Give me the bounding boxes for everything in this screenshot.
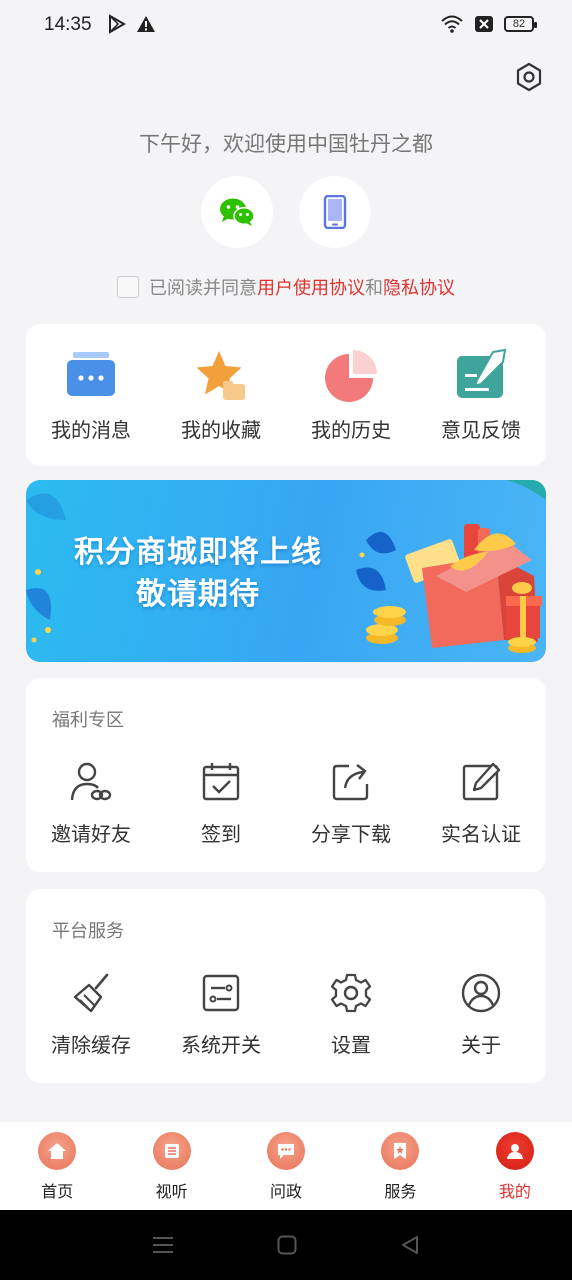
warning-icon bbox=[137, 16, 155, 32]
tab-video-label: 视听 bbox=[155, 1182, 188, 1201]
tab-mine[interactable]: 我的 bbox=[458, 1122, 572, 1210]
menu-icon[interactable] bbox=[152, 1235, 174, 1255]
tab-inquiry-label: 问政 bbox=[270, 1182, 303, 1201]
clear-cache-button[interactable]: 清除缓存 bbox=[26, 971, 156, 1058]
system-switch-label: 系统开关 bbox=[181, 1033, 261, 1057]
star-folder-icon bbox=[196, 351, 245, 400]
tab-home[interactable]: 首页 bbox=[0, 1122, 114, 1210]
check-in-label: 签到 bbox=[201, 822, 241, 846]
gear-icon bbox=[330, 973, 372, 1013]
clear-cache-label: 清除缓存 bbox=[51, 1033, 131, 1057]
my-messages-label: 我的消息 bbox=[51, 418, 131, 442]
edit-icon bbox=[462, 762, 501, 801]
feedback-label: 意见反馈 bbox=[441, 418, 521, 442]
calendar-check-icon bbox=[202, 763, 240, 801]
agreement-row: 已阅读并同意 用户使用协议和隐私协议 bbox=[0, 274, 572, 300]
invite-friends-label: 邀请好友 bbox=[51, 822, 131, 846]
real-name-auth-button[interactable]: 实名认证 bbox=[416, 760, 546, 847]
wechat-login-button[interactable] bbox=[201, 176, 273, 248]
my-favorites-label: 我的收藏 bbox=[181, 418, 261, 442]
battery-level: 82 bbox=[512, 18, 526, 30]
feedback-icon bbox=[457, 348, 507, 398]
user-circle-icon bbox=[461, 973, 501, 1013]
banner-line1: 积分商城即将上线 bbox=[74, 535, 322, 570]
invite-friends-button[interactable]: 邀请好友 bbox=[26, 760, 156, 847]
system-switch-button[interactable]: 系统开关 bbox=[156, 971, 286, 1058]
privacy-agreement-link[interactable]: 隐私协议 bbox=[383, 274, 455, 300]
my-history-button[interactable]: 我的历史 bbox=[286, 348, 416, 443]
check-in-button[interactable]: 签到 bbox=[156, 760, 286, 847]
welfare-title: 福利专区 bbox=[52, 710, 124, 731]
status-time: 14:35 bbox=[44, 14, 92, 35]
settings-icon-button[interactable] bbox=[514, 62, 544, 92]
phone-icon bbox=[323, 195, 347, 229]
banner-line2: 敬请期待 bbox=[136, 577, 260, 612]
banner-text: 积分商城即将上线 敬请期待 bbox=[74, 532, 322, 616]
agreement-prefix: 已阅读并同意 bbox=[149, 278, 257, 299]
user-agreement-link[interactable]: 用户使用协议 bbox=[257, 274, 365, 300]
welfare-section: 福利专区 邀请好友 签到 分享下载 实名认证 bbox=[26, 678, 546, 872]
no-sim-icon bbox=[475, 16, 493, 32]
my-messages-button[interactable]: 我的消息 bbox=[26, 348, 156, 443]
battery-indicator: 82 bbox=[504, 16, 537, 32]
tab-home-label: 首页 bbox=[41, 1182, 74, 1201]
quick-actions-card: 我的消息 我的收藏 我的历史 意见反馈 bbox=[26, 324, 546, 466]
pie-history-icon bbox=[325, 350, 377, 402]
profile-icon bbox=[495, 1132, 534, 1170]
settings-label: 设置 bbox=[331, 1033, 371, 1057]
tab-mine-label: 我的 bbox=[498, 1182, 531, 1201]
feedback-button[interactable]: 意见反馈 bbox=[416, 348, 546, 443]
about-button[interactable]: 关于 bbox=[416, 971, 546, 1058]
platform-services-section: 平台服务 清除缓存 系统开关 设置 关于 bbox=[26, 889, 546, 1083]
status-bar: 14:35 82 bbox=[0, 0, 572, 52]
system-nav-bar bbox=[0, 1210, 572, 1280]
my-favorites-button[interactable]: 我的收藏 bbox=[156, 348, 286, 443]
points-mall-banner[interactable]: 积分商城即将上线 敬请期待 bbox=[26, 480, 546, 662]
share-icon bbox=[332, 764, 369, 801]
toggle-list-icon bbox=[202, 974, 240, 1012]
service-icon bbox=[381, 1132, 420, 1170]
gift-box-illustration bbox=[356, 480, 546, 653]
tab-service-label: 服务 bbox=[384, 1182, 417, 1201]
video-icon bbox=[152, 1132, 191, 1170]
greeting-text: 下午好，欢迎使用中国牡丹之都 bbox=[139, 132, 433, 156]
tab-inquiry[interactable]: 问政 bbox=[229, 1122, 343, 1210]
share-download-button[interactable]: 分享下载 bbox=[286, 760, 416, 847]
gear-hex-icon bbox=[516, 62, 542, 92]
home-icon bbox=[38, 1132, 77, 1170]
wechat-icon bbox=[220, 198, 255, 226]
message-icon bbox=[67, 352, 115, 396]
real-name-auth-label: 实名认证 bbox=[441, 822, 521, 846]
phone-login-button[interactable] bbox=[299, 176, 371, 248]
invite-friend-icon bbox=[70, 762, 112, 801]
wifi-icon bbox=[441, 15, 463, 33]
broom-icon bbox=[73, 973, 109, 1013]
tab-video[interactable]: 视听 bbox=[114, 1122, 228, 1210]
agreement-and: 和 bbox=[365, 278, 383, 299]
platform-title: 平台服务 bbox=[52, 921, 124, 942]
about-label: 关于 bbox=[461, 1033, 501, 1057]
agreement-checkbox[interactable] bbox=[117, 276, 139, 298]
home-nav-icon[interactable] bbox=[277, 1235, 297, 1255]
back-icon[interactable] bbox=[400, 1235, 420, 1255]
tab-service[interactable]: 服务 bbox=[343, 1122, 457, 1210]
my-history-label: 我的历史 bbox=[311, 418, 391, 442]
play-store-icon bbox=[109, 14, 126, 34]
bottom-tab-bar: 首页 视听 问政 服务 我的 bbox=[0, 1122, 572, 1210]
share-download-label: 分享下载 bbox=[311, 822, 391, 846]
chat-icon bbox=[267, 1132, 306, 1170]
settings-button[interactable]: 设置 bbox=[286, 971, 416, 1058]
